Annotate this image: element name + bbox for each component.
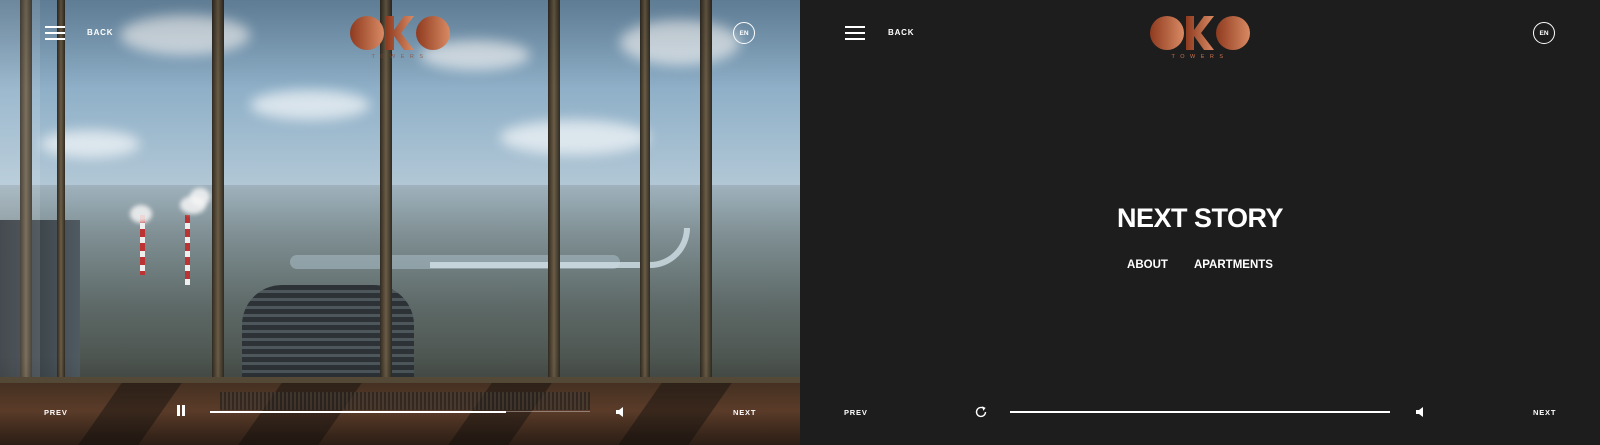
logo-subtitle: TOWERS [1171, 54, 1229, 60]
next-button[interactable]: NEXT [733, 408, 756, 417]
language-switch[interactable]: EN [1533, 22, 1555, 44]
menu-hamburger-icon[interactable] [845, 26, 865, 40]
speaker-icon[interactable] [1415, 406, 1427, 418]
about-link[interactable]: ABOUT [1127, 259, 1168, 271]
replay-icon[interactable] [974, 405, 988, 419]
oko-logo-mark [1150, 16, 1250, 50]
back-link[interactable]: BACK [87, 28, 113, 37]
prev-button[interactable]: PREV [44, 408, 68, 417]
progress-bar[interactable] [210, 410, 590, 413]
next-story-links: ABOUT APARTMENTS [1100, 259, 1300, 271]
progress-fill [210, 410, 507, 413]
next-button[interactable]: NEXT [1533, 408, 1556, 417]
next-story-title[interactable]: NEXT STORY [1100, 203, 1300, 234]
progress-bar[interactable] [1010, 410, 1390, 413]
pause-icon[interactable] [177, 405, 185, 416]
menu-hamburger-icon[interactable] [45, 26, 65, 40]
apartments-link[interactable]: APARTMENTS [1194, 259, 1273, 271]
video-frame [0, 0, 800, 445]
progress-fill [1010, 410, 1390, 413]
oko-logo-mark [350, 16, 450, 50]
video-panel: BACK TOWERS EN PREV NEXT [0, 0, 800, 445]
back-link[interactable]: BACK [888, 28, 914, 37]
prev-button[interactable]: PREV [844, 408, 868, 417]
speaker-icon[interactable] [615, 406, 627, 418]
oko-towers-logo[interactable]: TOWERS [350, 16, 450, 64]
logo-subtitle: TOWERS [371, 54, 429, 60]
language-switch[interactable]: EN [733, 22, 755, 44]
oko-towers-logo[interactable]: TOWERS [1150, 16, 1250, 64]
